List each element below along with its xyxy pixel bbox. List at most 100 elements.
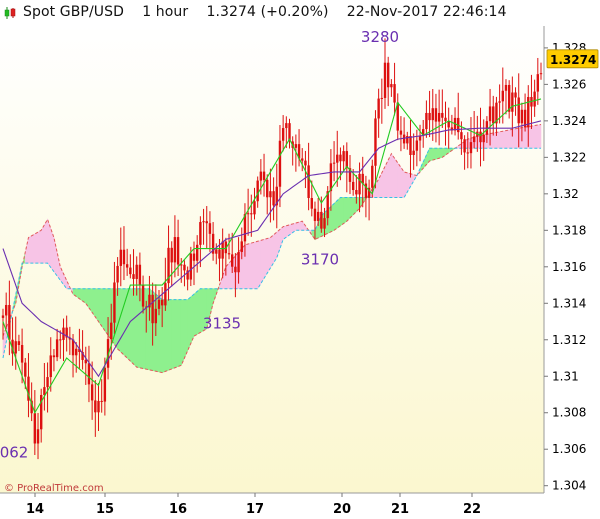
kumo-segment: [397, 161, 402, 198]
candle-body: [24, 362, 27, 377]
candle-body: [345, 151, 349, 169]
candle-body: [259, 171, 263, 181]
candle-body: [447, 121, 450, 128]
instrument-name: Spot GBP/USD: [23, 4, 125, 20]
candle-body: [316, 211, 320, 221]
candle-body: [227, 253, 231, 255]
kumo-segment: [174, 299, 179, 369]
candle-body: [492, 106, 495, 124]
price-annotation: 062: [0, 444, 28, 462]
candle-body: [479, 131, 482, 143]
y-tick-label: 1.324: [552, 114, 586, 128]
candle-body: [514, 92, 517, 98]
candle-body: [355, 189, 358, 195]
candle-body: [221, 241, 224, 259]
kumo-segment: [34, 231, 39, 264]
candle-body: [240, 241, 243, 253]
timestamp: 22-Nov-2017 22:46:14: [346, 4, 507, 20]
kumo-segment: [343, 197, 348, 225]
kumo-segment: [499, 130, 504, 149]
kumo-segment: [257, 239, 262, 290]
kumo-segment: [133, 288, 138, 368]
candle-body: [441, 112, 444, 118]
kumo-segment: [247, 242, 252, 289]
candle-body: [87, 363, 91, 385]
candle-body: [469, 142, 473, 154]
kumo-segment: [177, 299, 182, 367]
candle-body: [4, 304, 8, 316]
candlestick-icon: [4, 7, 16, 19]
kumo-segment: [534, 124, 539, 149]
candle-body: [285, 123, 288, 129]
candle-body: [176, 237, 180, 265]
candle-body: [412, 150, 415, 155]
candle-body: [460, 132, 463, 140]
candle-body: [272, 191, 275, 206]
candle-body: [323, 218, 326, 229]
kumo-segment: [505, 129, 510, 149]
candle-body: [383, 62, 387, 98]
candle-body: [75, 348, 78, 356]
candle-body: [116, 265, 119, 283]
candle-body: [154, 308, 158, 324]
candle-body: [135, 264, 138, 279]
x-tick-label: 17: [246, 502, 264, 517]
kumo-segment: [101, 288, 106, 332]
price-annotation: 3135: [203, 314, 241, 332]
candle-body: [278, 140, 282, 187]
kumo-segment: [263, 238, 268, 280]
candle-body: [97, 400, 100, 413]
candle-body: [110, 322, 113, 340]
candle-body: [256, 180, 259, 202]
candle-body: [281, 128, 285, 141]
candle-body: [100, 400, 103, 402]
candle-body: [415, 140, 419, 151]
candle-body: [59, 339, 62, 341]
kumo-segment: [435, 147, 440, 160]
candle-body: [160, 299, 164, 306]
candle-body: [428, 112, 431, 121]
kumo-segment: [537, 124, 542, 149]
candle-body: [371, 165, 374, 188]
kumo-segment: [184, 299, 188, 359]
kumo-segment: [391, 152, 395, 198]
price-annotation: 3170: [301, 251, 339, 269]
kumo-segment: [254, 240, 258, 289]
ichimoku-chart-svg[interactable]: 0623135317032801.3041.3061.3081.311.3121…: [0, 26, 600, 519]
y-tick-label: 1.312: [552, 333, 586, 347]
candle-body: [195, 244, 199, 261]
candle-body: [269, 191, 272, 198]
candle-body: [332, 162, 336, 164]
candle-body: [358, 173, 361, 195]
x-tick-label: 20: [333, 502, 351, 517]
candle-body: [14, 341, 17, 354]
candle-body: [183, 264, 186, 271]
candle-body: [202, 221, 205, 223]
candle-body: [36, 429, 40, 444]
candle-body: [351, 181, 355, 190]
candle-body: [374, 118, 377, 166]
candle-body: [84, 359, 87, 364]
candle-body: [113, 282, 116, 323]
candle-body: [393, 84, 396, 103]
candle-body: [218, 249, 221, 259]
kumo-segment: [298, 220, 303, 231]
candle-body: [336, 154, 339, 163]
candle-body: [1, 315, 5, 318]
candle-body: [517, 97, 520, 124]
candle-body: [380, 97, 384, 99]
candle-body: [234, 266, 237, 273]
y-tick-label: 1.316: [552, 260, 586, 274]
kumo-segment: [37, 229, 42, 264]
kumo-segment: [251, 241, 255, 289]
candle-body: [192, 253, 196, 261]
candle-body: [266, 179, 269, 198]
price-chart[interactable]: 062 3135 3170 3280 1.304 1.306 1.308 1.31 1.312 1…: [0, 26, 600, 519]
candle-body: [55, 339, 59, 358]
price-axis: 1.304 1.306 1.308 1.31 1.312 1.314 1.316 1.318 1…: [543, 26, 600, 519]
kumo-segment: [260, 239, 265, 285]
kumo-segment: [44, 218, 48, 264]
candle-body: [434, 108, 438, 122]
y-tick-label: 1.306: [552, 442, 586, 456]
candle-body: [501, 90, 504, 102]
